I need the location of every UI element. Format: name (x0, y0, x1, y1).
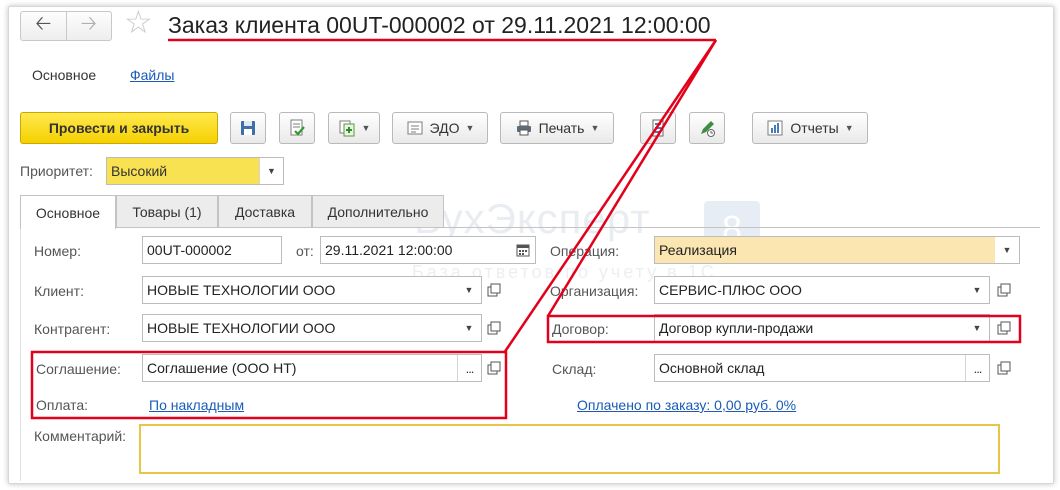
date-field[interactable]: 29.11.2021 12:00:00 (320, 236, 536, 264)
date-label: от: (296, 243, 314, 259)
agreement-value: Соглашение (ООО НТ) (147, 360, 297, 376)
create-based-on-icon (339, 120, 355, 137)
reports-label: Отчеты (790, 120, 839, 136)
payment-label: Оплата: (36, 397, 89, 413)
operation-select[interactable]: Реализация ▼ (654, 236, 1020, 264)
select-more-button[interactable]: ... (965, 355, 989, 381)
open-window-icon (487, 283, 501, 297)
forward-button[interactable]: 🡢 (65, 12, 112, 40)
counterparty-label: Контрагент: (34, 321, 111, 337)
warehouse-value: Основной склад (659, 360, 765, 376)
arrow-left-icon: 🡠 (35, 13, 52, 35)
open-organization-button[interactable] (992, 276, 1016, 304)
arrow-right-icon: 🡢 (80, 13, 97, 35)
chevron-down-icon: ▼ (844, 123, 854, 133)
printer-icon (516, 120, 531, 136)
priority-label: Приоритет: (20, 163, 93, 179)
journal-button[interactable] (640, 112, 676, 144)
chevron-down-icon: ▼ (590, 123, 600, 133)
tab-delivery[interactable]: Доставка (218, 195, 312, 227)
open-window-icon (997, 361, 1011, 375)
post-button[interactable] (279, 112, 315, 144)
client-select[interactable]: НОВЫЕ ТЕХНОЛОГИИ ООО ▼ (142, 276, 482, 304)
open-counterparty-button[interactable] (482, 314, 506, 342)
open-window-icon (487, 361, 501, 375)
operation-value: Реализация (655, 237, 995, 263)
priority-select[interactable]: Высокий ▼ (106, 157, 284, 185)
priority-value: Высокий (107, 158, 259, 184)
date-value: 29.11.2021 12:00:00 (325, 242, 453, 258)
star-icon[interactable]: ☆ (124, 6, 153, 38)
comment-label: Комментарий: (34, 428, 127, 444)
pen-clock-icon (701, 121, 715, 137)
floppy-disk-icon (241, 121, 255, 135)
print-label: Печать (538, 120, 585, 136)
subnav-files-link[interactable]: Файлы (130, 67, 174, 83)
counterparty-select[interactable]: НОВЫЕ ТЕХНОЛОГИИ ООО ▼ (142, 314, 482, 342)
open-window-icon (487, 321, 501, 335)
chevron-down-icon[interactable]: ▼ (457, 315, 481, 341)
post-and-close-button[interactable]: Провести и закрыть (20, 112, 218, 144)
document-journal-icon (652, 119, 664, 137)
agreement-label: Соглашение: (36, 361, 121, 377)
number-label: Номер: (34, 243, 81, 259)
calendar-icon[interactable] (511, 237, 535, 263)
comment-field[interactable] (139, 424, 1000, 474)
chevron-down-icon[interactable]: ▼ (995, 237, 1019, 263)
number-field[interactable]: 00UT-000002 (142, 236, 282, 264)
payment-terms-link[interactable]: По накладным (149, 397, 244, 413)
chevron-down-icon[interactable]: ▼ (259, 158, 283, 184)
tab-goods[interactable]: Товары (1) (116, 195, 218, 227)
warehouse-select[interactable]: Основной склад ... (654, 354, 990, 382)
save-button[interactable] (230, 112, 266, 144)
select-more-button[interactable]: ... (457, 355, 481, 381)
agreement-select[interactable]: Соглашение (ООО НТ) ... (142, 354, 482, 382)
open-agreement-button[interactable] (482, 354, 506, 382)
open-window-icon (997, 321, 1011, 335)
counterparty-value: НОВЫЕ ТЕХНОЛОГИИ ООО (147, 320, 336, 336)
edo-button[interactable]: ЭДО ▼ (392, 112, 488, 144)
reports-button[interactable]: Отчеты ▼ (752, 112, 868, 144)
client-value: НОВЫЕ ТЕХНОЛОГИИ ООО (147, 282, 336, 298)
chevron-down-icon: ▼ (465, 123, 475, 133)
tab-additional[interactable]: Дополнительно (312, 195, 444, 227)
open-window-icon (997, 283, 1011, 297)
chevron-down-icon[interactable]: ▼ (457, 277, 481, 303)
back-button[interactable]: 🡠 (21, 12, 66, 40)
page-title: Заказ клиента 00UT-000002 от 29.11.2021 … (168, 12, 711, 38)
open-contract-button[interactable] (992, 314, 1016, 342)
chevron-down-icon[interactable]: ▼ (965, 315, 989, 341)
organization-label: Организация: (550, 283, 639, 299)
warehouse-label: Склад: (552, 361, 597, 377)
organization-value: СЕРВИС-ПЛЮС ООО (659, 282, 802, 298)
sign-button[interactable] (689, 112, 725, 144)
open-warehouse-button[interactable] (992, 354, 1016, 382)
subnav-main[interactable]: Основное (32, 67, 96, 83)
reports-icon (767, 120, 783, 136)
create-based-on-button[interactable]: ▼ (328, 112, 380, 144)
print-button[interactable]: Печать ▼ (500, 112, 614, 144)
contract-value: Договор купли-продажи (659, 320, 814, 336)
open-client-button[interactable] (482, 276, 506, 304)
number-value: 00UT-000002 (147, 242, 232, 258)
edo-icon (407, 121, 423, 135)
contract-select[interactable]: Договор купли-продажи ▼ (654, 314, 990, 342)
post-document-icon (290, 119, 305, 136)
chevron-down-icon[interactable]: ▼ (965, 277, 989, 303)
history-nav: 🡠 🡢 (20, 11, 112, 41)
chevron-down-icon: ▼ (361, 123, 371, 133)
edo-label: ЭДО (429, 120, 460, 136)
contract-label: Договор: (552, 321, 609, 337)
operation-label: Операция: (550, 243, 620, 259)
client-label: Клиент: (34, 283, 84, 299)
organization-select[interactable]: СЕРВИС-ПЛЮС ООО ▼ (654, 276, 990, 304)
tab-main[interactable]: Основное (20, 195, 116, 229)
paid-by-order-link[interactable]: Оплачено по заказу: 0,00 руб. 0% (577, 397, 796, 413)
